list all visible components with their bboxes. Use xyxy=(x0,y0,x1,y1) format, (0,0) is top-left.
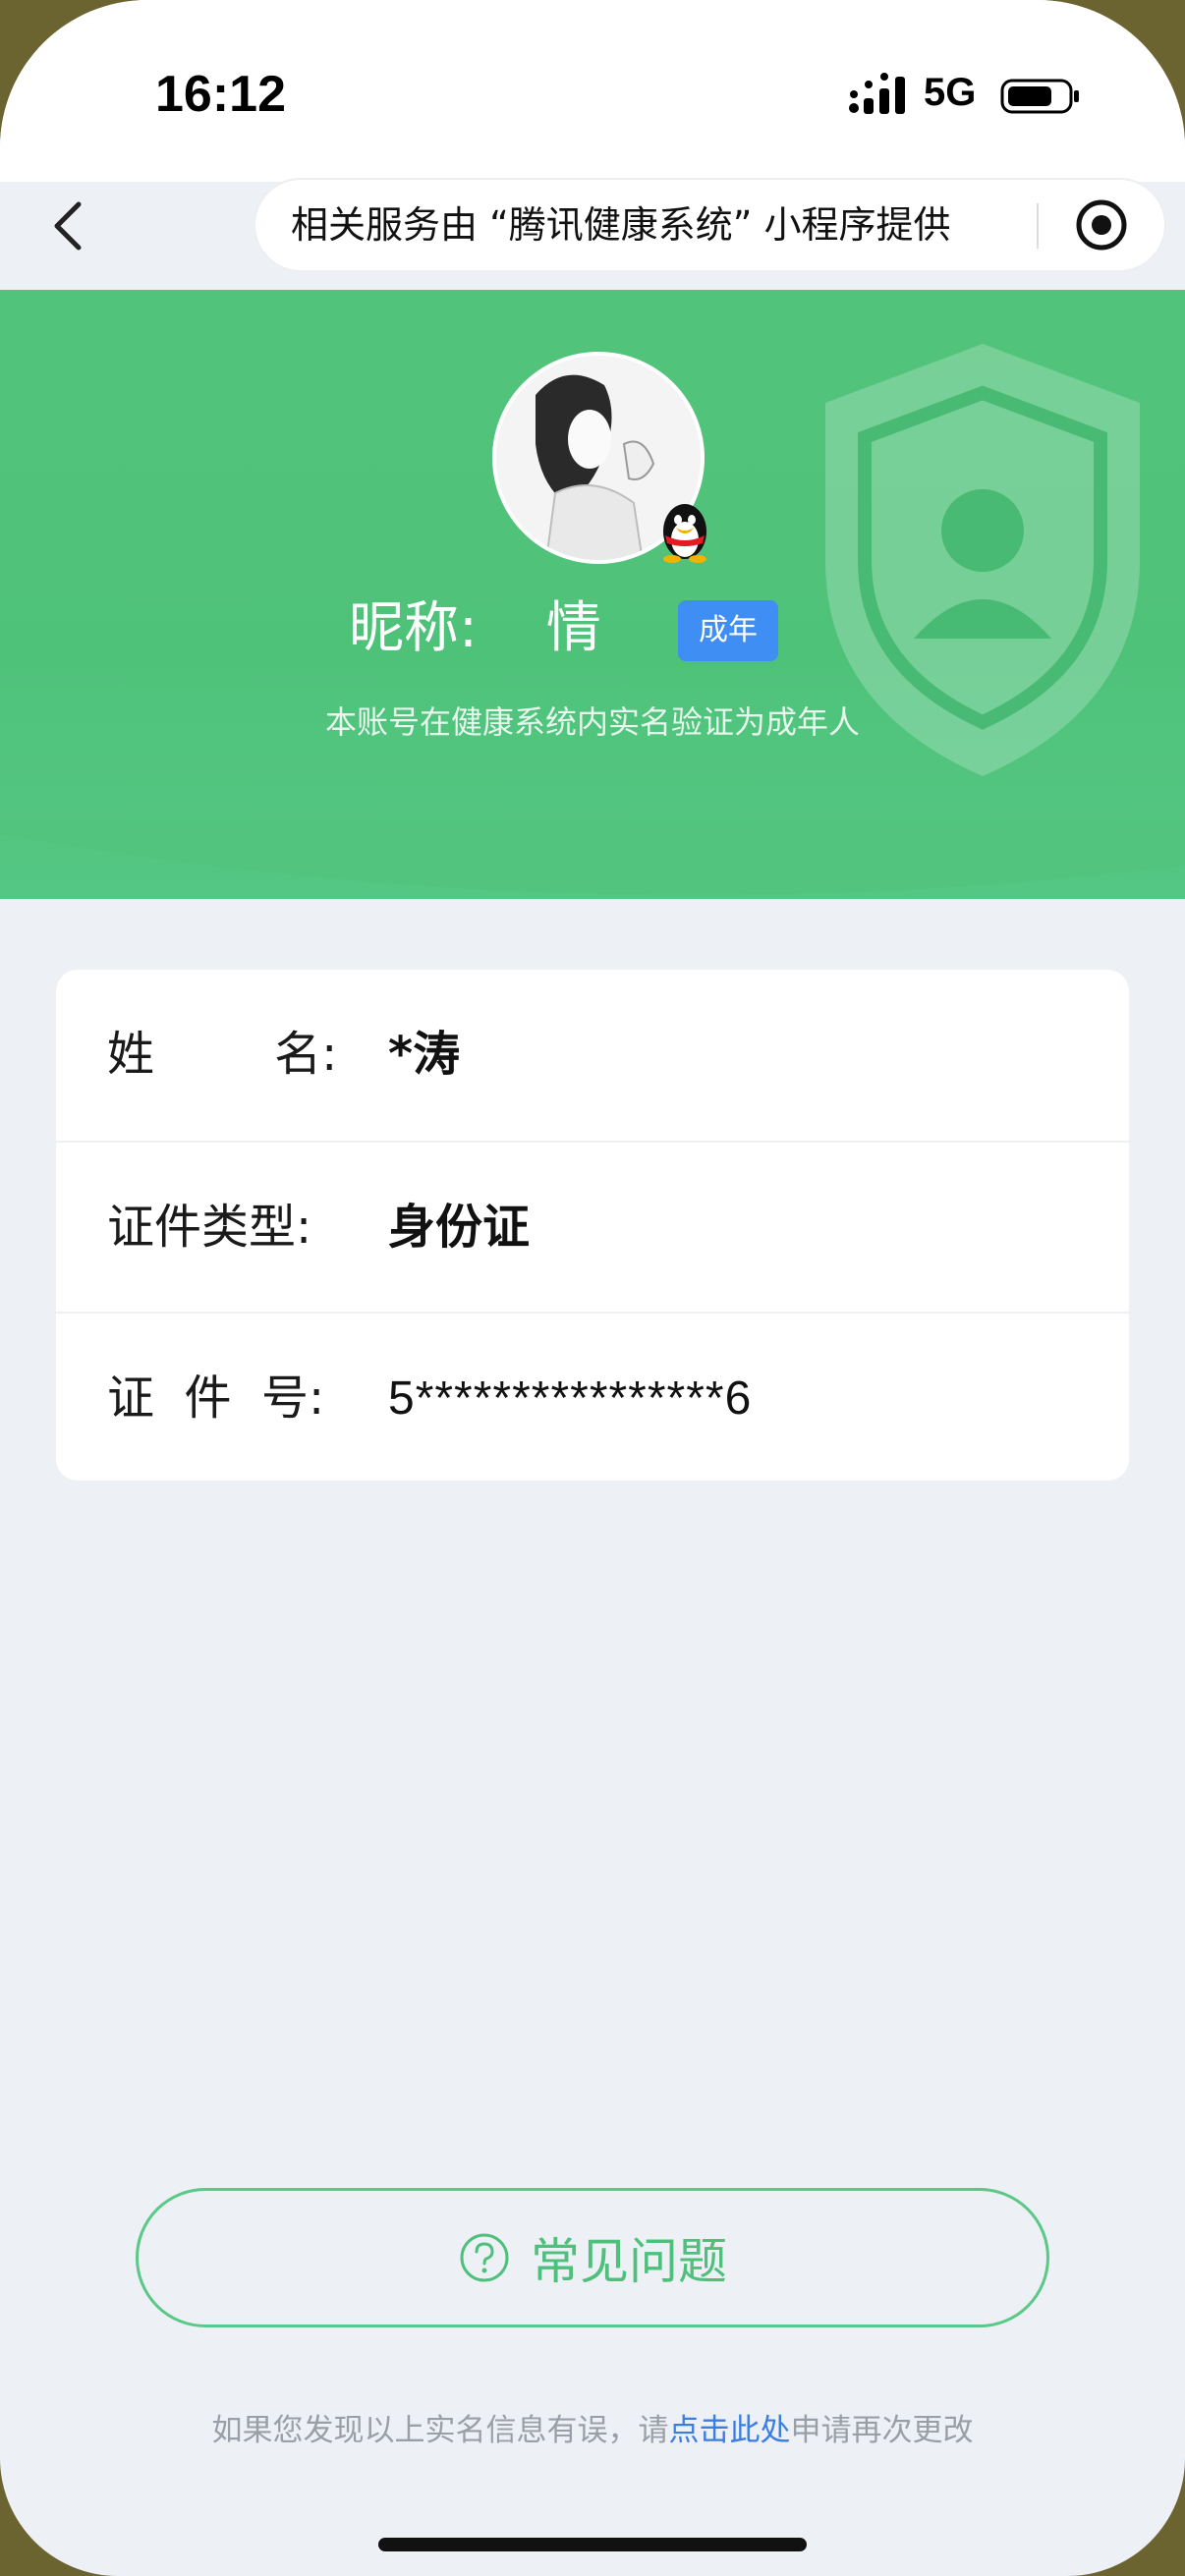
qq-penguin-icon xyxy=(663,504,706,563)
id-number-label: 证 件 号: xyxy=(107,1371,325,1426)
question-icon xyxy=(460,2233,509,2282)
capsule-text: 相关服务由 “腾讯健康系统” 小程序提供 xyxy=(291,203,951,247)
signal-icon xyxy=(849,73,905,114)
target-icon xyxy=(1076,199,1127,251)
nickname-label: 昵称: xyxy=(349,596,478,660)
footer-note: 如果您发现以上实名信息有误，请点击此处申请再次更改 xyxy=(0,2405,1185,2449)
id-type-value: 身份证 xyxy=(388,1200,531,1255)
faq-label: 常见问题 xyxy=(531,2233,727,2290)
info-row-name: 姓 名: *涛 xyxy=(56,970,1129,1140)
id-type-label: 证件类型: xyxy=(107,1200,312,1255)
home-indicator[interactable] xyxy=(378,2538,807,2551)
back-button[interactable] xyxy=(39,187,98,265)
back-icon xyxy=(54,201,82,251)
info-row-id-number: 证 件 号: 5****************6 xyxy=(56,1312,1129,1482)
status-bar: 16:12 5G xyxy=(0,0,1185,182)
age-badge: 成年 xyxy=(678,600,778,661)
info-row-id-type: 证件类型: 身份证 xyxy=(56,1141,1129,1311)
faq-button[interactable]: 常见问题 xyxy=(136,2188,1049,2327)
capsule-divider xyxy=(1037,203,1039,249)
mini-program-capsule[interactable]: 相关服务由 “腾讯健康系统” 小程序提供 xyxy=(255,180,1164,270)
nickname: 昵称: 情 xyxy=(349,589,601,668)
status-time: 16:12 xyxy=(155,66,286,123)
header-curve xyxy=(0,820,1185,896)
footer-suffix: 申请再次更改 xyxy=(790,2413,974,2448)
footer-prefix: 如果您发现以上实名信息有误，请 xyxy=(211,2413,669,2448)
verification-subtitle: 本账号在健康系统内实名验证为成年人 xyxy=(324,703,860,741)
network-label: 5G xyxy=(924,71,977,114)
phone-screen: 16:12 5G 相关服务由 “腾讯健康系统” 小程序提供 昵称: 情 成年 本… xyxy=(0,0,1185,2576)
id-number-value: 5****************6 xyxy=(388,1372,753,1425)
nickname-value: 情 xyxy=(545,596,601,660)
identity-info-card: 姓 名: *涛 证件类型: 身份证 证 件 号: 5**************… xyxy=(56,970,1129,1481)
name-value: *涛 xyxy=(388,1027,461,1082)
correction-link[interactable]: 点击此处 xyxy=(669,2413,791,2448)
name-label: 姓 名: xyxy=(107,1027,338,1082)
close-mini-program-button[interactable] xyxy=(1074,197,1129,252)
battery-icon xyxy=(1000,79,1079,114)
